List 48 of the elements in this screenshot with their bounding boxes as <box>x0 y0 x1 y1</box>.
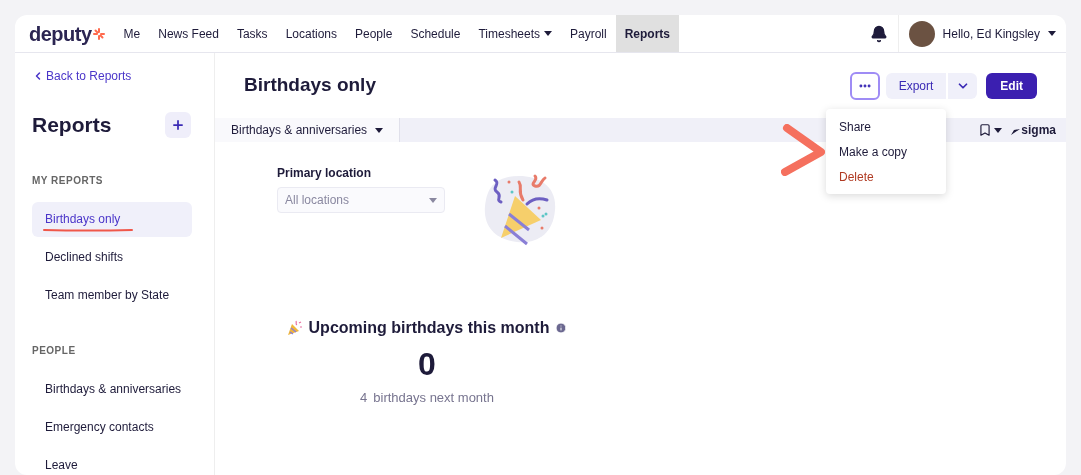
workbook-tab[interactable]: Birthdays & anniversaries <box>215 118 401 142</box>
caret-icon <box>1048 31 1056 36</box>
sidebar-item[interactable]: Emergency contacts <box>32 409 192 445</box>
menu-item[interactable]: Delete <box>826 164 946 189</box>
location-dropdown[interactable]: All locations <box>277 187 445 213</box>
sidebar-item[interactable]: Birthdays & anniversaries <box>32 371 192 407</box>
nav-tab[interactable]: Tasks <box>227 15 277 52</box>
export-button[interactable]: Export <box>885 72 947 99</box>
sigma-logo: sigma <box>1008 121 1056 139</box>
menu-item[interactable]: Share <box>826 114 946 139</box>
sidebar-item[interactable]: Team member by State <box>32 277 192 313</box>
add-button[interactable] <box>165 111 191 138</box>
menu-item[interactable]: Make a copy <box>826 139 946 164</box>
caret-icon <box>375 127 384 133</box>
caret-icon <box>994 127 1003 133</box>
stat-value: 0 <box>418 345 436 384</box>
nav-tab[interactable]: Schedule <box>401 15 470 52</box>
nav-tab[interactable]: News Feed <box>149 15 228 52</box>
logo-wordmark[interactable]: deputy <box>29 18 92 49</box>
info-icon[interactable] <box>555 322 568 334</box>
sidebar-item[interactable]: Leave <box>32 447 192 475</box>
next-month-count: 4 <box>360 389 368 407</box>
sidebar-item[interactable]: Declined shifts <box>32 239 192 275</box>
party-popper-icon <box>286 320 303 336</box>
bell-icon[interactable] <box>869 24 888 43</box>
plus-icon <box>171 117 185 132</box>
nav-tab[interactable]: Me <box>114 15 150 52</box>
section-heading: PEOPLE <box>32 343 77 358</box>
nav-tab[interactable]: Timesheets <box>469 15 561 52</box>
sidebar-item[interactable]: Birthdays only <box>32 201 192 237</box>
page-title: Birthdays only <box>244 73 376 98</box>
avatar[interactable] <box>908 20 935 47</box>
next-month-label: birthdays next month <box>373 389 494 407</box>
user-menu[interactable]: Hello, Ed Kingsley <box>942 24 1056 43</box>
nav-tab[interactable]: People <box>346 15 402 52</box>
back-link[interactable]: Back to Reports <box>32 67 197 85</box>
edit-button[interactable]: Edit <box>986 72 1037 99</box>
nav-tab[interactable]: Locations <box>276 15 346 52</box>
more-button[interactable] <box>849 71 880 100</box>
logo-star-icon <box>92 27 105 40</box>
nav-tab[interactable]: Reports <box>615 15 680 52</box>
filter-label: Primary location <box>277 165 373 182</box>
nav-tab[interactable]: Payroll <box>561 15 616 52</box>
section-heading: MY REPORTS <box>32 173 104 188</box>
stat-title: Upcoming birthdays this month <box>308 318 550 338</box>
sidebar-title: Reports <box>32 112 112 138</box>
bookmark-icon[interactable] <box>978 123 993 137</box>
caret-icon <box>429 197 437 203</box>
